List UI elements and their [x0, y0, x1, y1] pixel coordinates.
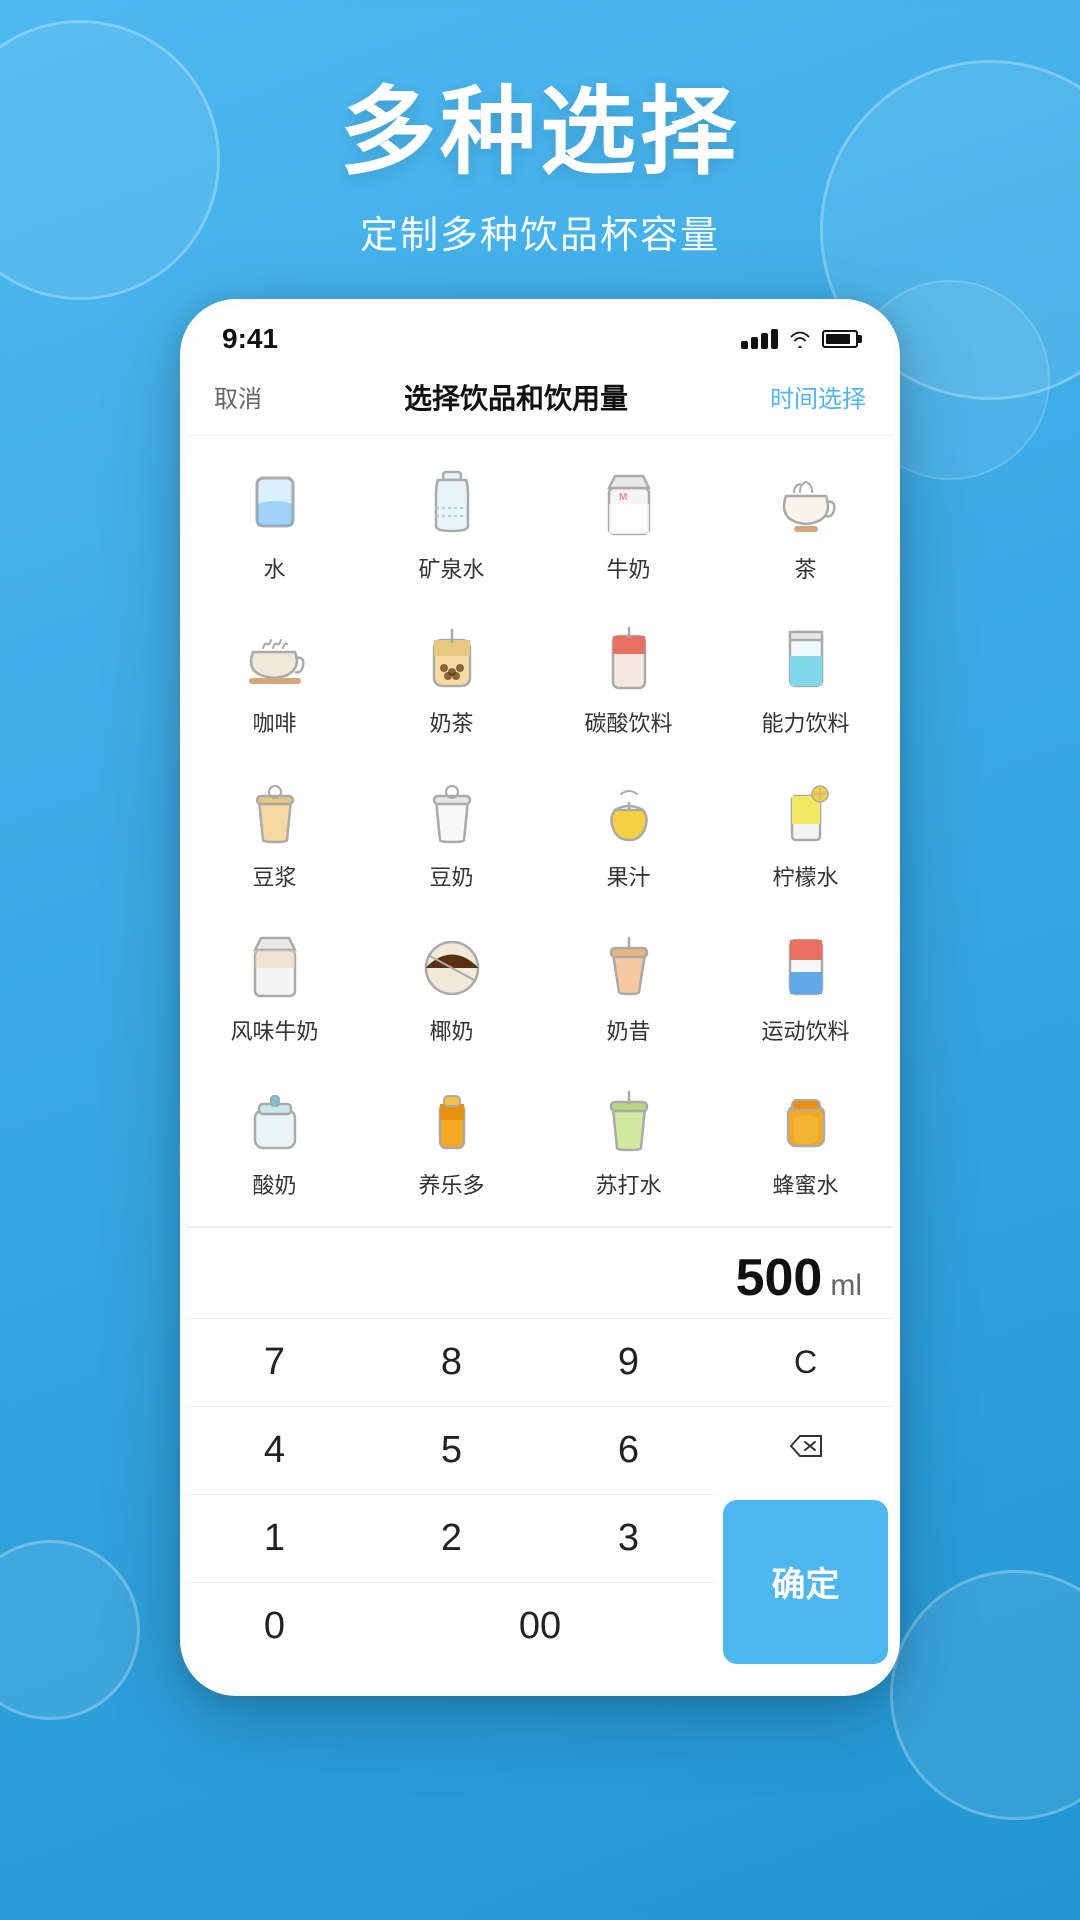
num-4-button[interactable]: 4 — [186, 1406, 363, 1494]
soymilk-warm-icon — [235, 770, 315, 850]
drink-label-tea: 茶 — [794, 552, 816, 584]
drink-item-honey-water[interactable]: 蜂蜜水 — [717, 1062, 894, 1216]
time-select-button[interactable]: 时间选择 — [770, 379, 866, 414]
drink-label-flavored-milk: 风味牛奶 — [230, 1014, 318, 1046]
drink-label-water: 水 — [263, 552, 285, 584]
drink-item-mineral[interactable]: 矿泉水 — [363, 446, 540, 600]
coffee-icon — [235, 616, 315, 696]
nav-header: 取消 选择饮品和饮用量 时间选择 — [186, 363, 894, 436]
drink-label-yogurt: 酸奶 — [252, 1168, 296, 1200]
drink-item-coffee[interactable]: 咖啡 — [186, 600, 363, 754]
confirm-button[interactable]: 确定 — [723, 1500, 888, 1664]
num-1-button[interactable]: 1 — [186, 1494, 363, 1582]
sports-drink-icon — [766, 924, 846, 1004]
status-icons — [741, 329, 858, 349]
drink-item-yogurt[interactable]: 酸奶 — [186, 1062, 363, 1216]
num-00-button[interactable]: 00 — [363, 1582, 717, 1670]
drink-label-honey-water: 蜂蜜水 — [772, 1168, 838, 1200]
drink-label-mineral: 矿泉水 — [418, 552, 484, 584]
hero-section: 多种选择 定制多种饮品杯容量 — [0, 0, 1080, 299]
num-0-button[interactable]: 0 — [186, 1582, 363, 1670]
flavored-milk-icon — [235, 924, 315, 1004]
drink-label-milk: 牛奶 — [606, 552, 650, 584]
svg-text:M: M — [619, 492, 627, 503]
wifi-icon — [788, 329, 812, 349]
hero-subtitle: 定制多种饮品杯容量 — [0, 204, 1080, 259]
drink-label-juice: 果汁 — [606, 860, 650, 892]
milk-icon: M — [589, 462, 669, 542]
drink-label-milk-tea: 奶茶 — [429, 706, 473, 738]
soymilk-icon — [412, 770, 492, 850]
amount-value: 500 — [736, 1248, 823, 1308]
yogurt-icon — [235, 1078, 315, 1158]
mineral-water-icon — [412, 462, 492, 542]
soda-water-icon — [589, 1078, 669, 1158]
clear-button[interactable]: C — [717, 1318, 894, 1406]
num-7-button[interactable]: 7 — [186, 1318, 363, 1406]
drink-item-yakult[interactable]: 养乐多 — [363, 1062, 540, 1216]
smoothie-icon — [589, 924, 669, 1004]
drink-label-soda: 碳酸饮料 — [584, 706, 672, 738]
drink-label-sports: 运动饮料 — [761, 1014, 849, 1046]
drink-item-soymilk-warm[interactable]: 豆浆 — [186, 754, 363, 908]
juice-icon — [589, 770, 669, 850]
status-bar: 9:41 — [186, 305, 894, 363]
drink-item-flavored-milk[interactable]: 风味牛奶 — [186, 908, 363, 1062]
drink-item-soymilk[interactable]: 豆奶 — [363, 754, 540, 908]
num-8-button[interactable]: 8 — [363, 1318, 540, 1406]
amount-display: 500 ml — [186, 1228, 894, 1318]
drink-item-tea[interactable]: 茶 — [717, 446, 894, 600]
coconut-milk-icon — [412, 924, 492, 1004]
battery-icon — [822, 330, 858, 348]
honey-water-icon — [766, 1078, 846, 1158]
energy-icon — [766, 616, 846, 696]
drink-item-soda-water[interactable]: 苏打水 — [540, 1062, 717, 1216]
yakult-icon — [412, 1078, 492, 1158]
drink-item-smoothie[interactable]: 奶昔 — [540, 908, 717, 1062]
num-3-button[interactable]: 3 — [540, 1494, 717, 1582]
soda-icon — [589, 616, 669, 696]
drink-grid: 水 矿泉水 — [186, 436, 894, 1226]
drink-label-soymilk: 豆奶 — [429, 860, 473, 892]
milk-tea-icon — [412, 616, 492, 696]
drink-label-coffee: 咖啡 — [252, 706, 296, 738]
drink-label-soymilk-warm: 豆浆 — [252, 860, 296, 892]
drink-label-smoothie: 奶昔 — [606, 1014, 650, 1046]
drink-item-sports[interactable]: 运动饮料 — [717, 908, 894, 1062]
signal-icon — [741, 329, 778, 349]
drink-item-water[interactable]: 水 — [186, 446, 363, 600]
drink-item-energy[interactable]: 能力饮料 — [717, 600, 894, 754]
hero-title: 多种选择 — [0, 80, 1080, 186]
num-9-button[interactable]: 9 — [540, 1318, 717, 1406]
phone-screen: 9:41 取消 选择饮品和饮用量 时间选择 — [180, 299, 900, 1696]
amount-unit: ml — [830, 1269, 862, 1303]
drink-label-lemon-water: 柠檬水 — [772, 860, 838, 892]
cancel-button[interactable]: 取消 — [214, 379, 262, 414]
phone-mockup: 9:41 取消 选择饮品和饮用量 时间选择 — [0, 299, 1080, 1696]
num-6-button[interactable]: 6 — [540, 1406, 717, 1494]
drink-item-milk[interactable]: M 牛奶 — [540, 446, 717, 600]
tea-icon — [766, 462, 846, 542]
drink-label-yakult: 养乐多 — [418, 1168, 484, 1200]
drink-item-milk-tea[interactable]: 奶茶 — [363, 600, 540, 754]
numpad: 7 8 9 C 4 5 6 1 2 3 确定 0 00 — [186, 1318, 894, 1690]
num-2-button[interactable]: 2 — [363, 1494, 540, 1582]
water-icon — [235, 462, 315, 542]
drink-item-lemon-water[interactable]: 柠檬水 — [717, 754, 894, 908]
drink-label-energy: 能力饮料 — [761, 706, 849, 738]
delete-button[interactable] — [717, 1406, 894, 1494]
drink-item-coconut[interactable]: 椰奶 — [363, 908, 540, 1062]
num-5-button[interactable]: 5 — [363, 1406, 540, 1494]
drink-label-coconut: 椰奶 — [429, 1014, 473, 1046]
status-time: 9:41 — [222, 323, 278, 355]
drink-label-soda-water: 苏打水 — [595, 1168, 661, 1200]
drink-item-soda[interactable]: 碳酸饮料 — [540, 600, 717, 754]
nav-title: 选择饮品和饮用量 — [404, 377, 628, 417]
lemon-water-icon — [766, 770, 846, 850]
drink-item-juice[interactable]: 果汁 — [540, 754, 717, 908]
